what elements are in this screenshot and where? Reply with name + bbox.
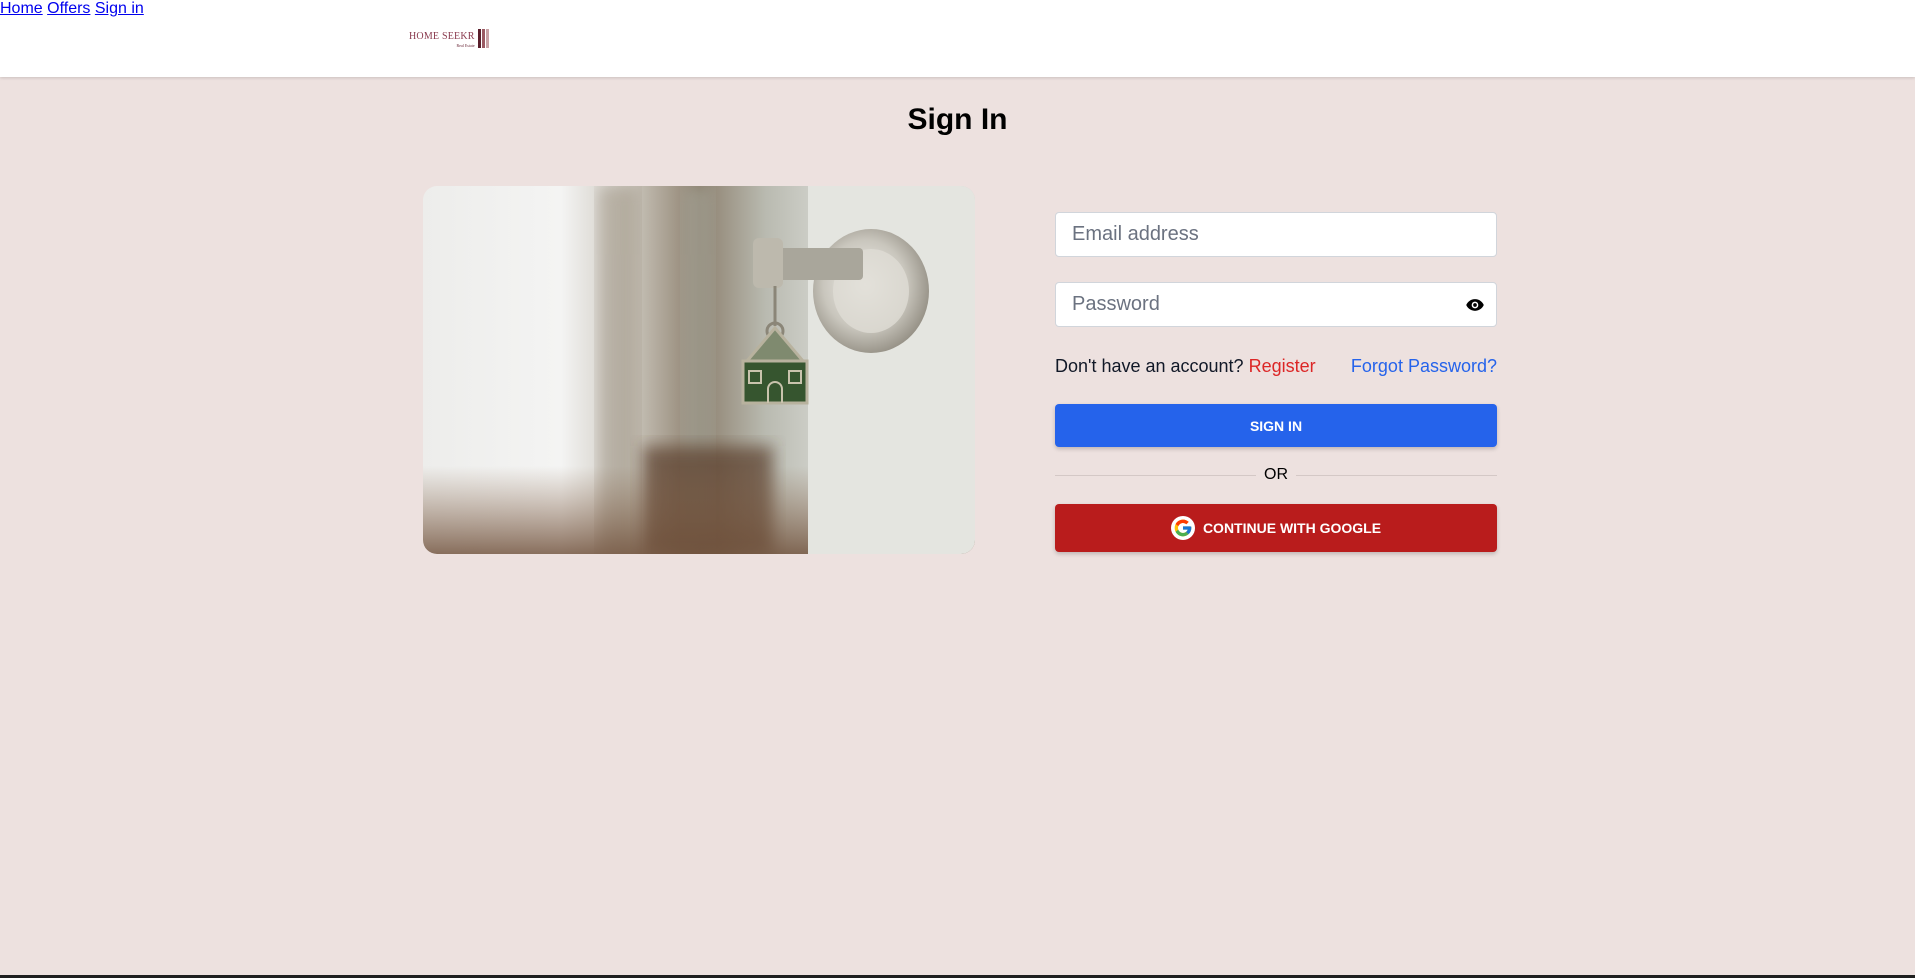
home-seekr-logo[interactable]: HOME SEEKR Real Estate <box>409 26 489 48</box>
logo-subtext: Real Estate <box>456 43 475 48</box>
top-header: HOME SEEKR Real Estate Home Offers Sign … <box>0 0 1915 77</box>
email-field[interactable] <box>1055 212 1497 257</box>
continue-with-google-button[interactable]: CONTINUE WITH GOOGLE <box>1055 504 1497 552</box>
eye-icon[interactable] <box>1465 295 1485 315</box>
logo-bars-icon <box>477 29 489 48</box>
key-house-photo <box>423 186 975 554</box>
nav-sign-in[interactable]: Sign in <box>95 0 144 17</box>
main-nav: Home Offers Sign in <box>0 0 1915 18</box>
google-icon <box>1170 516 1195 540</box>
register-link[interactable]: Register <box>1249 356 1316 376</box>
page-title: Sign In <box>907 103 1008 136</box>
password-field[interactable] <box>1055 282 1497 327</box>
google-button-label: CONTINUE WITH GOOGLE <box>1202 520 1382 536</box>
or-text: OR <box>1256 466 1296 484</box>
nav-offers[interactable]: Offers <box>47 0 90 17</box>
logo-text: HOME SEEKR <box>409 31 475 42</box>
no-account-text: Don't have an account? <box>1055 356 1244 376</box>
register-prompt: Don't have an account? Register <box>1055 356 1316 377</box>
sign-in-button[interactable]: SIGN IN <box>1055 404 1497 447</box>
nav-home[interactable]: Home <box>0 0 43 17</box>
forgot-password-link[interactable]: Forgot Password? <box>1351 356 1497 377</box>
